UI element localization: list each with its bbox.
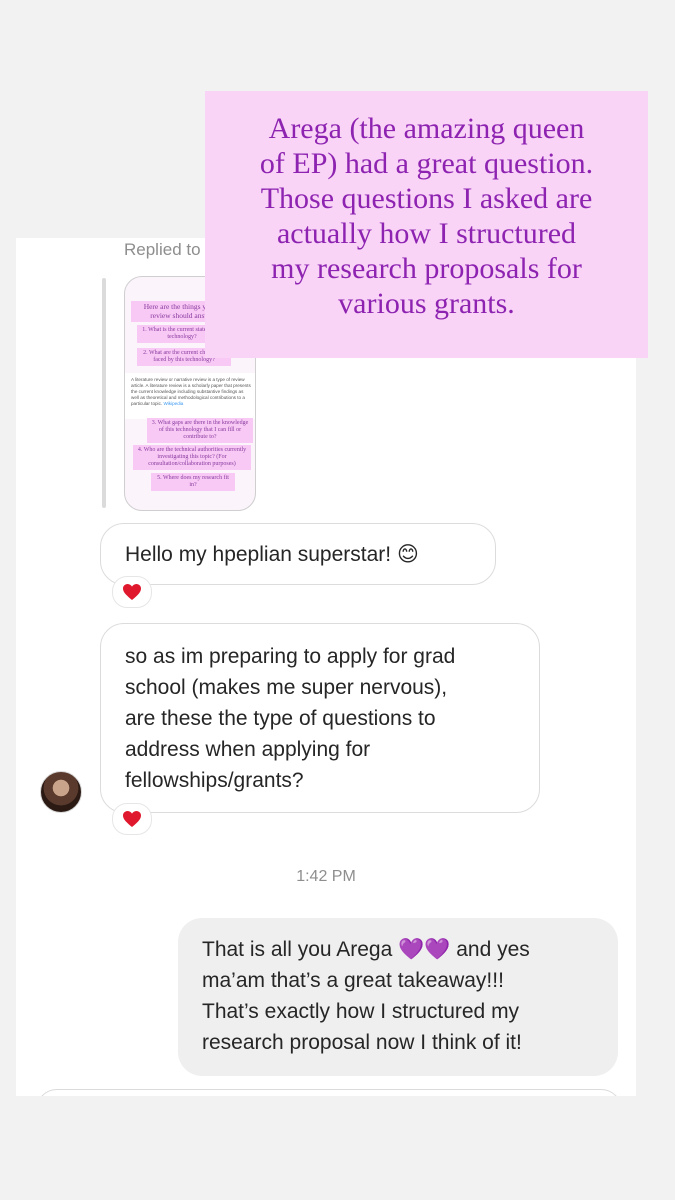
caption-line: of EP) had a great question. <box>259 147 594 180</box>
message-text: Hello my hpeplian superstar! 😊 <box>125 543 419 566</box>
story-preview-paragraph: A literature review or narrative review … <box>131 377 251 407</box>
message-bubble-question[interactable]: so as im preparing to apply for grad sch… <box>100 623 540 813</box>
message-line: address when applying for <box>125 738 371 761</box>
story-preview-question-5: 5. Where does my research fit in? <box>151 473 235 491</box>
story-preview-question-4: 4. Who are the technical authorities cur… <box>133 445 251 470</box>
sender-avatar[interactable] <box>40 771 82 813</box>
reply-quote-bar <box>102 278 106 508</box>
message-line: are these the type of questions to <box>125 707 436 730</box>
story-preview-wikipedia-link: Wikipedia <box>163 401 184 406</box>
caption-line: actually how I structured <box>276 217 577 250</box>
message-composer[interactable] <box>36 1089 622 1096</box>
red-heart-icon <box>123 811 141 827</box>
message-line: research proposal now I think of it! <box>202 1031 522 1054</box>
message-line: school (makes me super nervous), <box>125 676 448 699</box>
story-caption-overlay: Arega (the amazing queen of EP) had a gr… <box>205 91 648 358</box>
message-bubble-reply[interactable]: That is all you Arega 💜💜 and yes ma’am t… <box>178 918 618 1076</box>
message-line: ma’am that’s a great takeaway!!! <box>202 969 504 992</box>
caption-line: Arega (the amazing queen <box>268 112 585 145</box>
message-line: That’s exactly how I structured my <box>202 1000 520 1023</box>
message-line: so as im preparing to apply for grad <box>125 645 456 668</box>
caption-line: various grants. <box>338 287 515 320</box>
reaction-heart-badge[interactable] <box>112 576 152 608</box>
caption-line: Those questions I asked are <box>260 182 593 215</box>
story-preview-question-3: 3. What gaps are there in the knowledge … <box>147 418 253 443</box>
chat-panel: Replied to your story Here are the thing… <box>16 238 636 1096</box>
story-preview-paragraph-text: A literature review or narrative review … <box>131 377 251 406</box>
caption-line: my research proposals for <box>271 252 582 285</box>
red-heart-icon <box>123 584 141 600</box>
message-line: That is all you Arega 💜💜 and yes <box>202 938 530 961</box>
message-bubble-greeting[interactable]: Hello my hpeplian superstar! 😊 <box>100 523 496 585</box>
reaction-heart-badge[interactable] <box>112 803 152 835</box>
message-timestamp: 1:42 PM <box>296 868 356 885</box>
message-line: fellowships/grants? <box>125 769 304 792</box>
